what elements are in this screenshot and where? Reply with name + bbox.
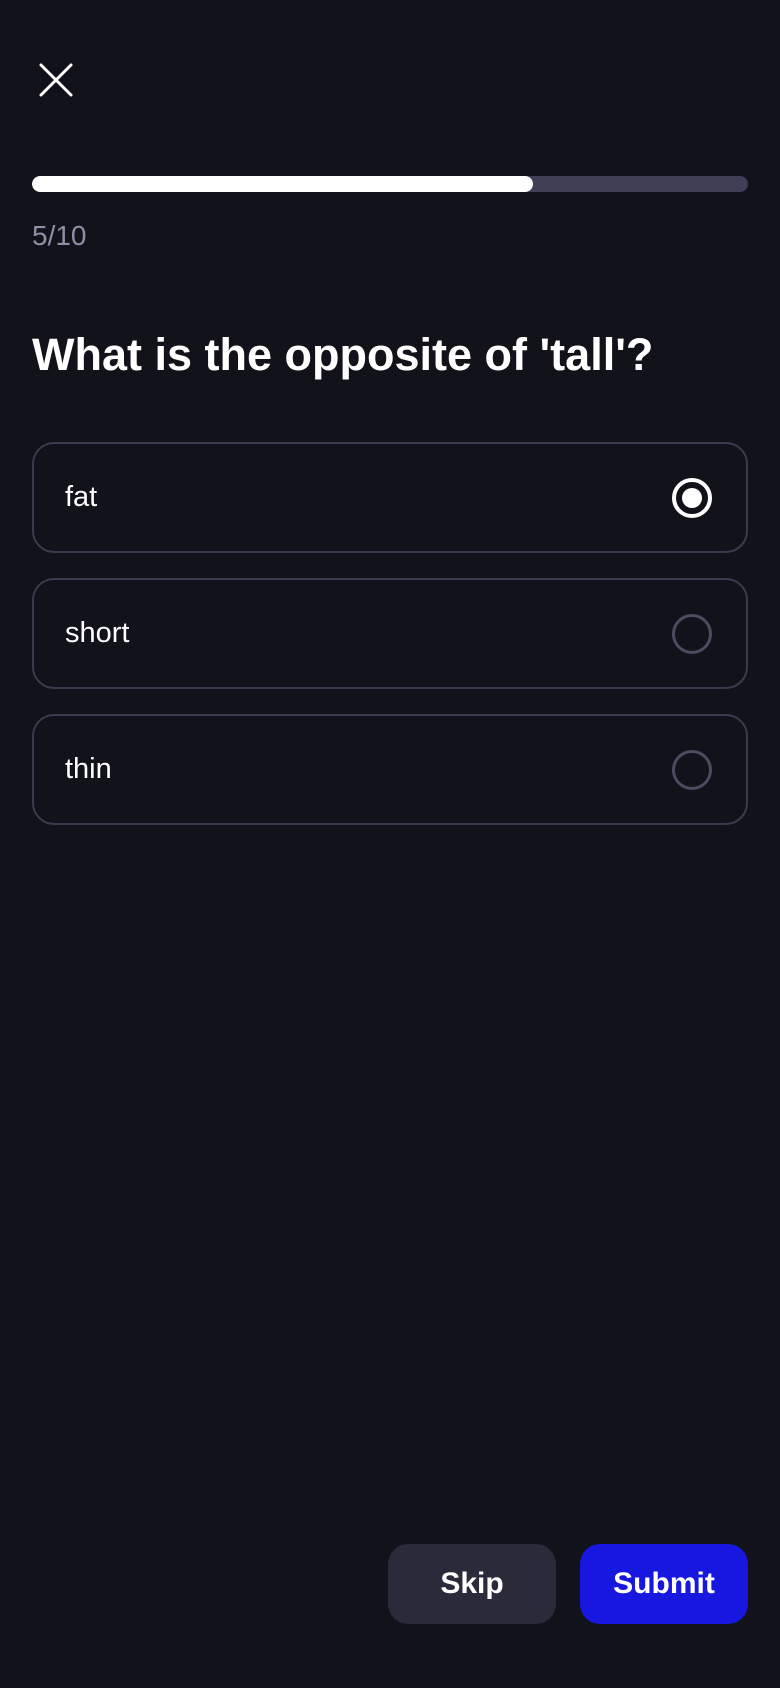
answer-options: fat short thin xyxy=(32,442,748,850)
progress-bar xyxy=(32,176,748,192)
submit-button[interactable]: Submit xyxy=(580,1544,748,1624)
answer-option-label: short xyxy=(65,617,130,649)
close-button[interactable] xyxy=(33,57,79,103)
answer-option-thin[interactable]: thin xyxy=(32,714,748,825)
close-icon xyxy=(39,63,73,97)
answer-option-fat[interactable]: fat xyxy=(32,442,748,553)
progress-bar-fill xyxy=(32,176,534,192)
radio-button[interactable] xyxy=(672,613,712,654)
question-text: What is the opposite of 'tall'? xyxy=(32,329,654,380)
progress-counter: 5/10 xyxy=(32,220,87,251)
answer-option-label: thin xyxy=(65,753,112,785)
radio-button[interactable] xyxy=(672,749,712,790)
skip-button[interactable]: Skip xyxy=(388,1544,556,1624)
answer-option-short[interactable]: short xyxy=(32,578,748,689)
answer-option-label: fat xyxy=(65,481,98,513)
radio-button[interactable] xyxy=(672,477,712,518)
